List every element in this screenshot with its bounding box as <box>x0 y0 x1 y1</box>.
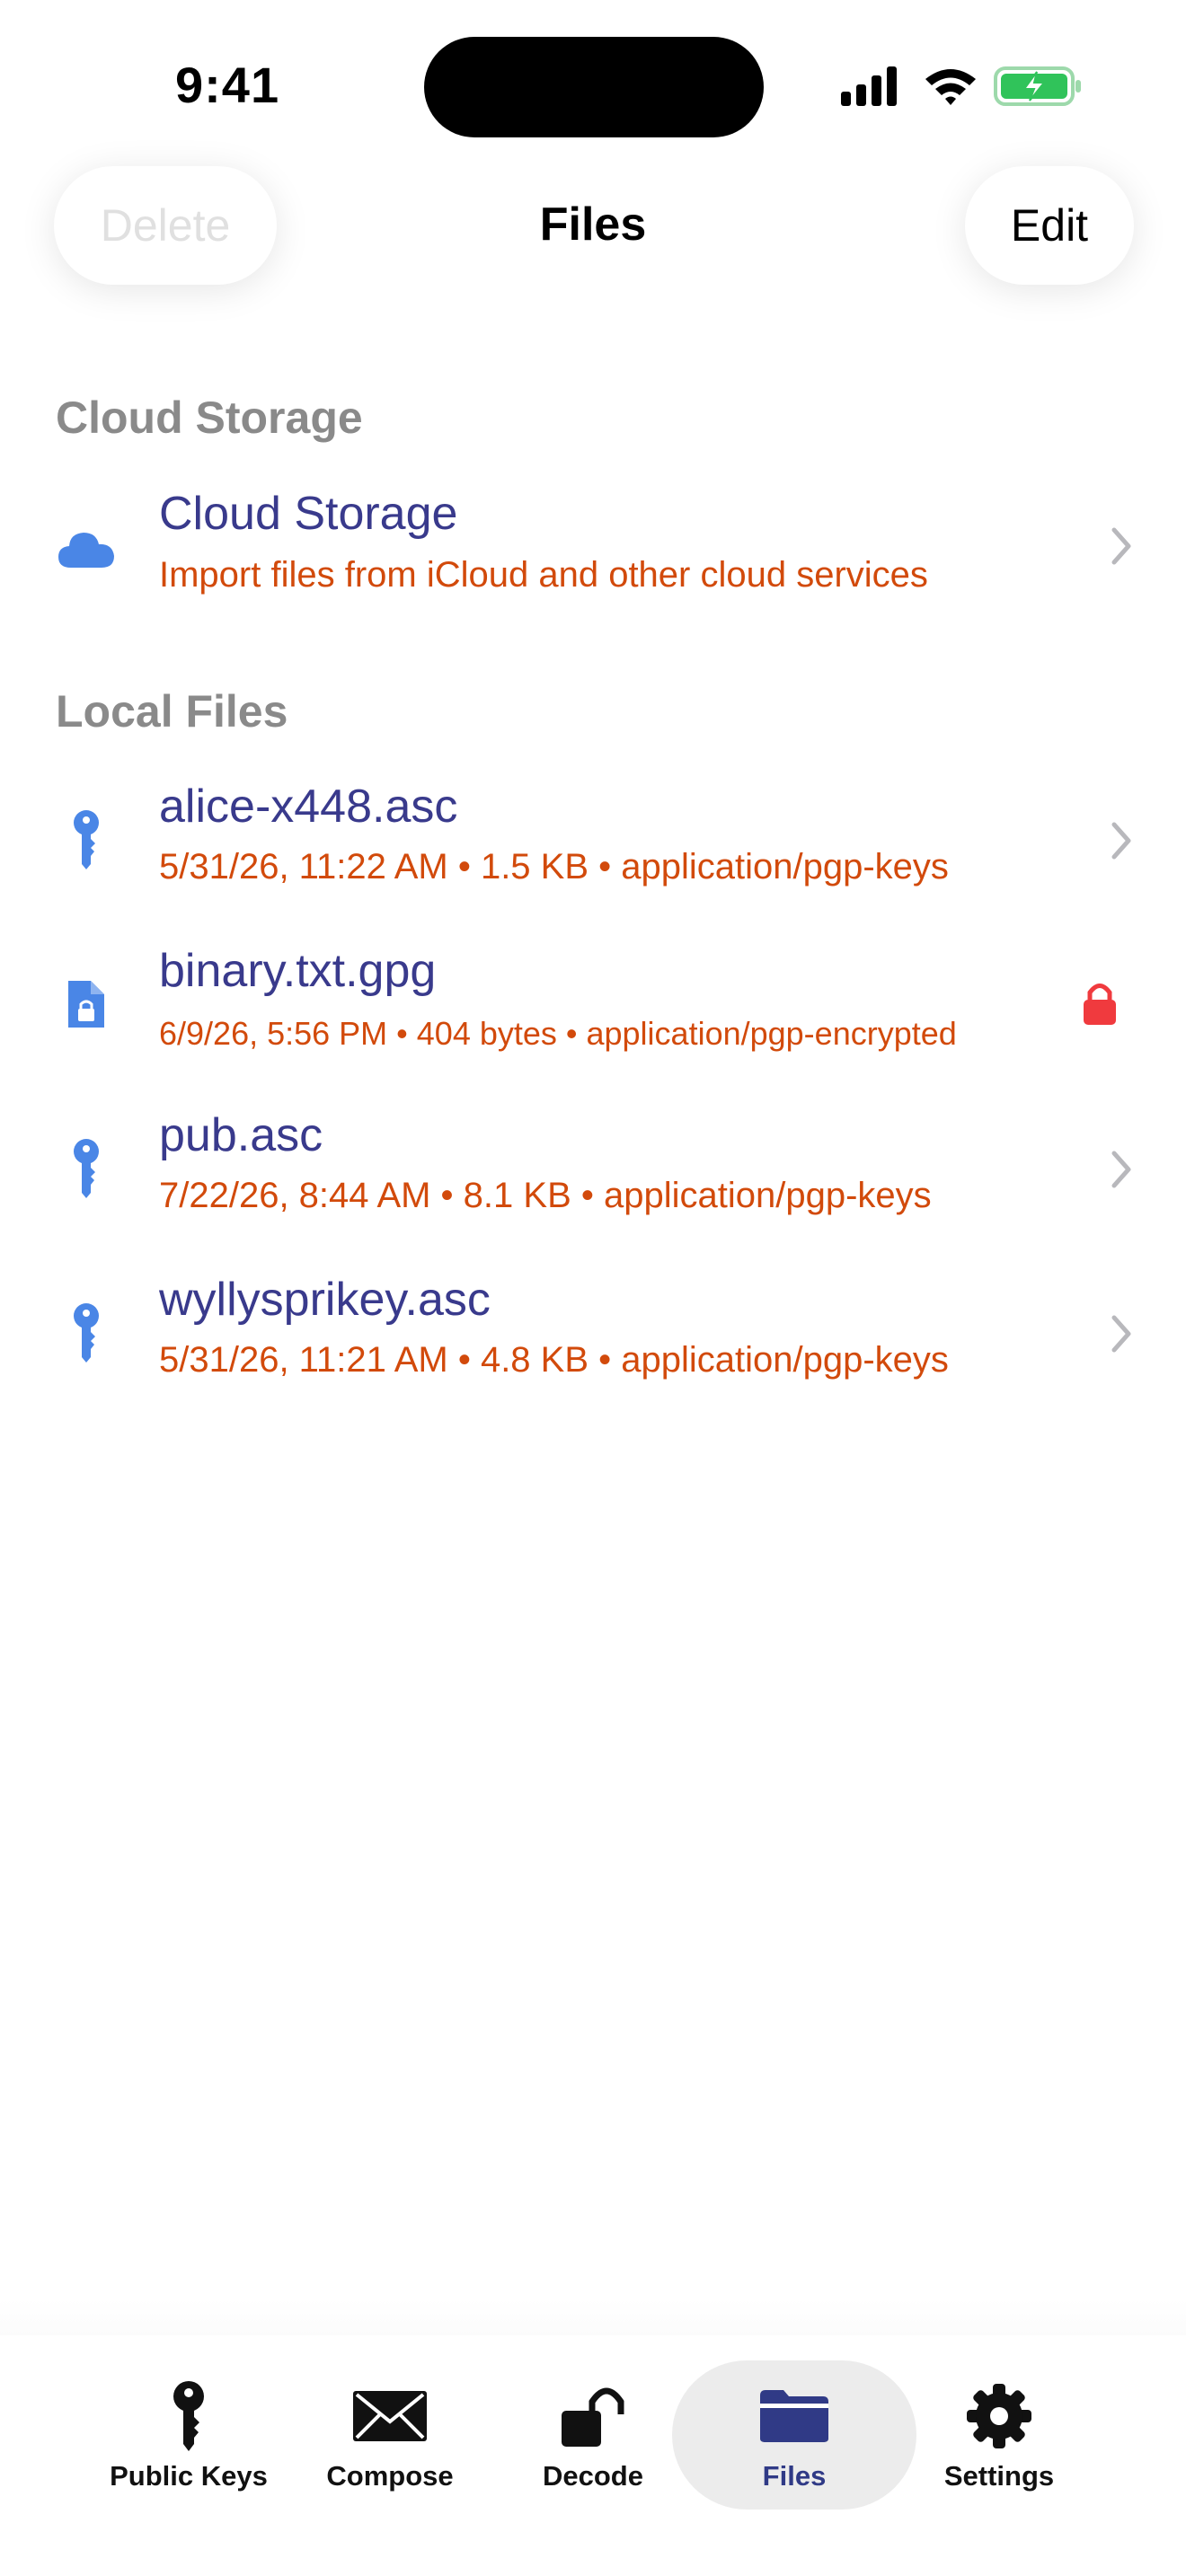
key-icon <box>54 1292 119 1373</box>
tab-label: Settings <box>943 2460 1055 2492</box>
file-name: alice-x448.asc <box>159 781 458 833</box>
tab-decode[interactable]: Decode <box>492 2360 694 2510</box>
tab-label: Compose <box>326 2460 454 2492</box>
edit-button[interactable]: Edit <box>965 166 1134 285</box>
key-icon <box>54 1128 119 1209</box>
battery-charging-icon <box>994 66 1081 106</box>
envelope-icon <box>289 2380 491 2452</box>
file-row[interactable]: alice-x448.asc 5/31/26, 11:22 AM • 1.5 K… <box>0 762 1186 923</box>
chevron-right-icon <box>1111 527 1131 565</box>
file-meta: 5/31/26, 11:22 AM • 1.5 KB • application… <box>159 847 949 887</box>
dynamic-island <box>424 37 764 137</box>
unlocked-padlock-icon <box>492 2380 694 2452</box>
tab-public-keys[interactable]: Public Keys <box>88 2360 289 2510</box>
status-time: 9:41 <box>175 57 280 113</box>
cloud-storage-title: Cloud Storage <box>159 488 458 540</box>
chevron-right-icon <box>1111 822 1131 860</box>
file-row[interactable]: pub.asc 7/22/26, 8:44 AM • 8.1 KB • appl… <box>0 1090 1186 1252</box>
file-meta: 5/31/26, 11:21 AM • 4.8 KB • application… <box>159 1340 949 1380</box>
file-name: pub.asc <box>159 1109 323 1161</box>
encrypted-document-icon <box>54 964 119 1045</box>
edit-button-label: Edit <box>1010 200 1089 251</box>
file-row[interactable]: binary.txt.gpg 6/9/26, 5:56 PM • 404 byt… <box>0 926 1186 1088</box>
tab-label: Decode <box>543 2460 643 2492</box>
tab-compose[interactable]: Compose <box>289 2360 491 2510</box>
gear-icon <box>898 2380 1100 2452</box>
file-row[interactable]: wyllysprikey.asc 5/31/26, 11:21 AM • 4.8… <box>0 1255 1186 1416</box>
tab-label: Public Keys <box>110 2460 268 2492</box>
tab-settings[interactable]: Settings <box>898 2360 1100 2510</box>
section-header-cloud-storage: Cloud Storage <box>56 393 363 443</box>
key-icon <box>88 2380 289 2452</box>
chevron-right-icon <box>1111 1151 1131 1188</box>
status-bar: 9:41 <box>0 0 1186 171</box>
folder-icon <box>672 2380 916 2452</box>
file-name: binary.txt.gpg <box>159 945 437 997</box>
cloud-storage-row[interactable]: Cloud Storage Import files from iCloud a… <box>0 467 1186 629</box>
cloud-storage-subtitle: Import files from iCloud and other cloud… <box>159 555 928 595</box>
tab-label: Files <box>762 2460 827 2492</box>
section-header-local-files: Local Files <box>56 686 288 737</box>
lock-icon <box>1084 984 1116 1025</box>
key-icon <box>54 799 119 880</box>
tab-files[interactable]: Files <box>672 2360 916 2510</box>
file-name: wyllysprikey.asc <box>159 1274 491 1326</box>
cloud-icon <box>54 508 119 589</box>
file-meta: 6/9/26, 5:56 PM • 404 bytes • applicatio… <box>159 1015 957 1052</box>
wifi-icon <box>925 69 976 105</box>
chevron-right-icon <box>1111 1315 1131 1353</box>
cellular-signal-icon <box>841 66 897 106</box>
file-meta: 7/22/26, 8:44 AM • 8.1 KB • application/… <box>159 1176 932 1215</box>
